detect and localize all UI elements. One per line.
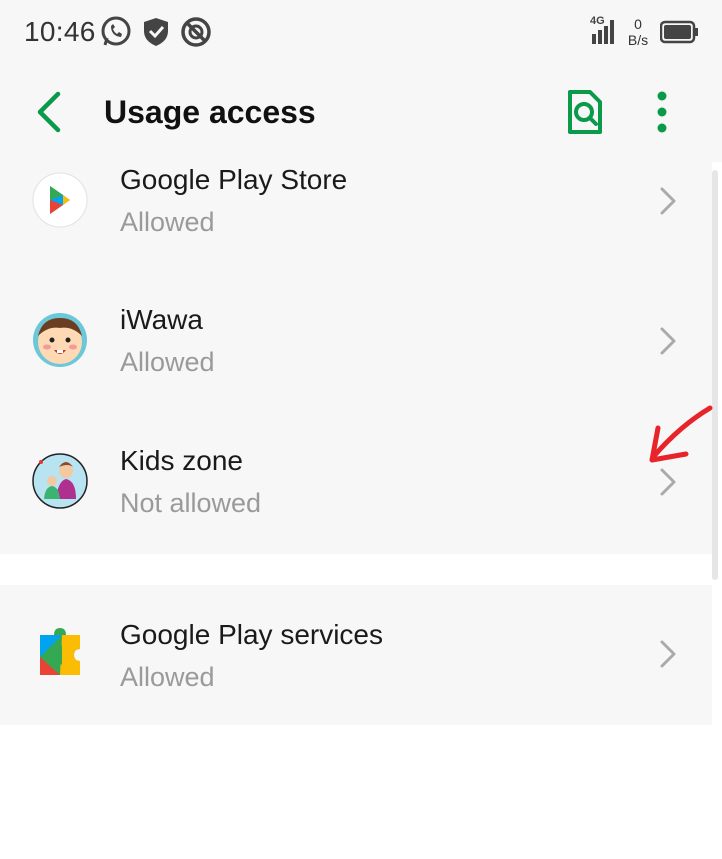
signal-icon: 4G [590,15,614,44]
app-row-google-play-store[interactable]: Google Play Store Allowed [0,140,712,280]
app-status: Not allowed [120,488,262,518]
chevron-right-icon [660,187,676,215]
status-time: 10:46 [24,16,96,47]
more-icon[interactable] [642,88,682,136]
network-label: 4G [590,15,605,27]
app-list-group: Google Play Store Allowed iWawa Allowed [0,162,712,554]
block-icon [181,17,211,47]
app-name: Google Play services [120,619,384,650]
app-list-group: Google Play services Allowed [0,585,712,725]
app-name: Google Play Store [120,164,348,195]
iwawa-icon [33,313,87,367]
app-row-iwawa[interactable]: iWawa Allowed [0,280,712,420]
app-name: Kids zone [120,445,243,476]
speed-unit: B/s [627,32,649,48]
whatsapp-icon [101,16,131,46]
chevron-right-icon [660,640,676,668]
app-status: Allowed [120,207,215,237]
app-name: iWawa [120,304,203,335]
back-button[interactable] [26,88,74,136]
shield-icon [144,18,168,46]
speed-value: 0 [634,16,642,32]
kids-zone-icon [32,453,88,509]
search-icon[interactable] [560,88,608,136]
network-speed: 0 B/s [622,16,654,48]
red-arrow-icon [649,405,713,463]
page-title: Usage access [104,94,316,130]
app-status: Allowed [120,347,215,377]
battery-icon [660,20,698,44]
chevron-right-icon [660,327,676,355]
google-play-store-icon [32,172,88,228]
app-status: Allowed [120,662,215,692]
scrollbar[interactable] [712,170,718,580]
chevron-right-icon [660,468,676,496]
status-bar: 10:46 4G 0 B/s [0,0,722,66]
app-row-kids-zone[interactable]: Kids zone Not allowed [0,421,712,561]
app-row-google-play-services[interactable]: Google Play services Allowed [0,585,712,725]
google-play-services-icon [40,628,80,675]
